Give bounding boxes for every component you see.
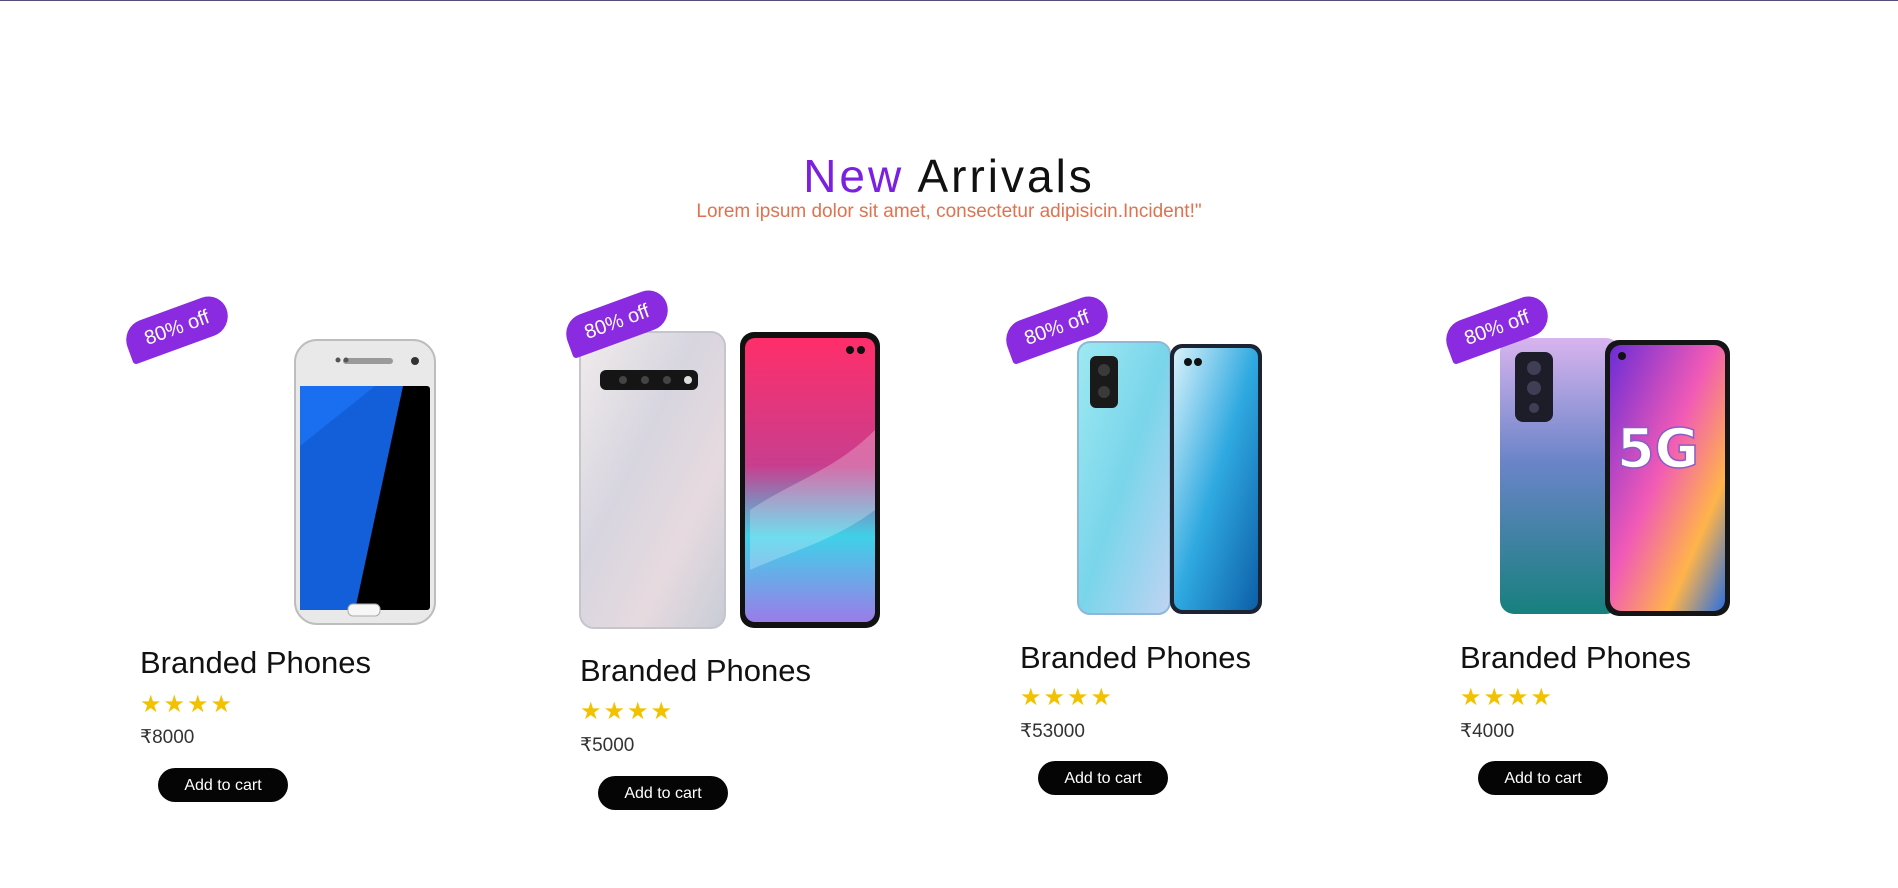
section-title: New Arrivals [0, 149, 1898, 203]
product-price: ₹8000 [140, 727, 195, 748]
product-price: ₹4000 [1460, 721, 1515, 742]
rating-stars: ★★★★ [140, 691, 235, 718]
product-image[interactable] [1070, 338, 1270, 618]
svg-text:5G: 5G [1617, 417, 1699, 480]
section-title-accent: New [803, 150, 905, 202]
add-to-cart-button[interactable]: Add to cart [158, 768, 288, 802]
product-name[interactable]: Branded Phones [140, 645, 371, 681]
product-image[interactable]: 5G [1460, 332, 1760, 622]
add-to-cart-button[interactable]: Add to cart [598, 776, 728, 810]
product-name[interactable]: Branded Phones [580, 653, 811, 689]
section-subtitle: Lorem ipsum dolor sit amet, consectetur … [696, 201, 1202, 222]
rating-stars: ★★★★ [1460, 684, 1555, 711]
new-arrivals-section: New Arrivals Lorem ipsum dolor sit amet,… [0, 0, 1898, 888]
product-name[interactable]: Branded Phones [1020, 640, 1251, 676]
product-card[interactable]: 80% off Branded Phones ★★★★ ₹8000 Add to… [120, 290, 520, 850]
product-price: ₹53000 [1020, 721, 1085, 742]
product-image[interactable] [575, 330, 885, 630]
add-to-cart-button[interactable]: Add to cart [1038, 761, 1168, 795]
section-title-rest: Arrivals [917, 150, 1095, 202]
product-image[interactable] [215, 336, 445, 626]
rating-stars: ★★★★ [580, 698, 675, 725]
product-card[interactable]: 80% off [560, 285, 960, 850]
add-to-cart-button[interactable]: Add to cart [1478, 761, 1608, 795]
product-price: ₹5000 [580, 735, 635, 756]
product-card[interactable]: 80% off [1440, 290, 1840, 850]
product-card[interactable]: 80% off [1000, 290, 1400, 850]
product-name[interactable]: Branded Phones [1460, 640, 1691, 676]
rating-stars: ★★★★ [1020, 684, 1115, 711]
